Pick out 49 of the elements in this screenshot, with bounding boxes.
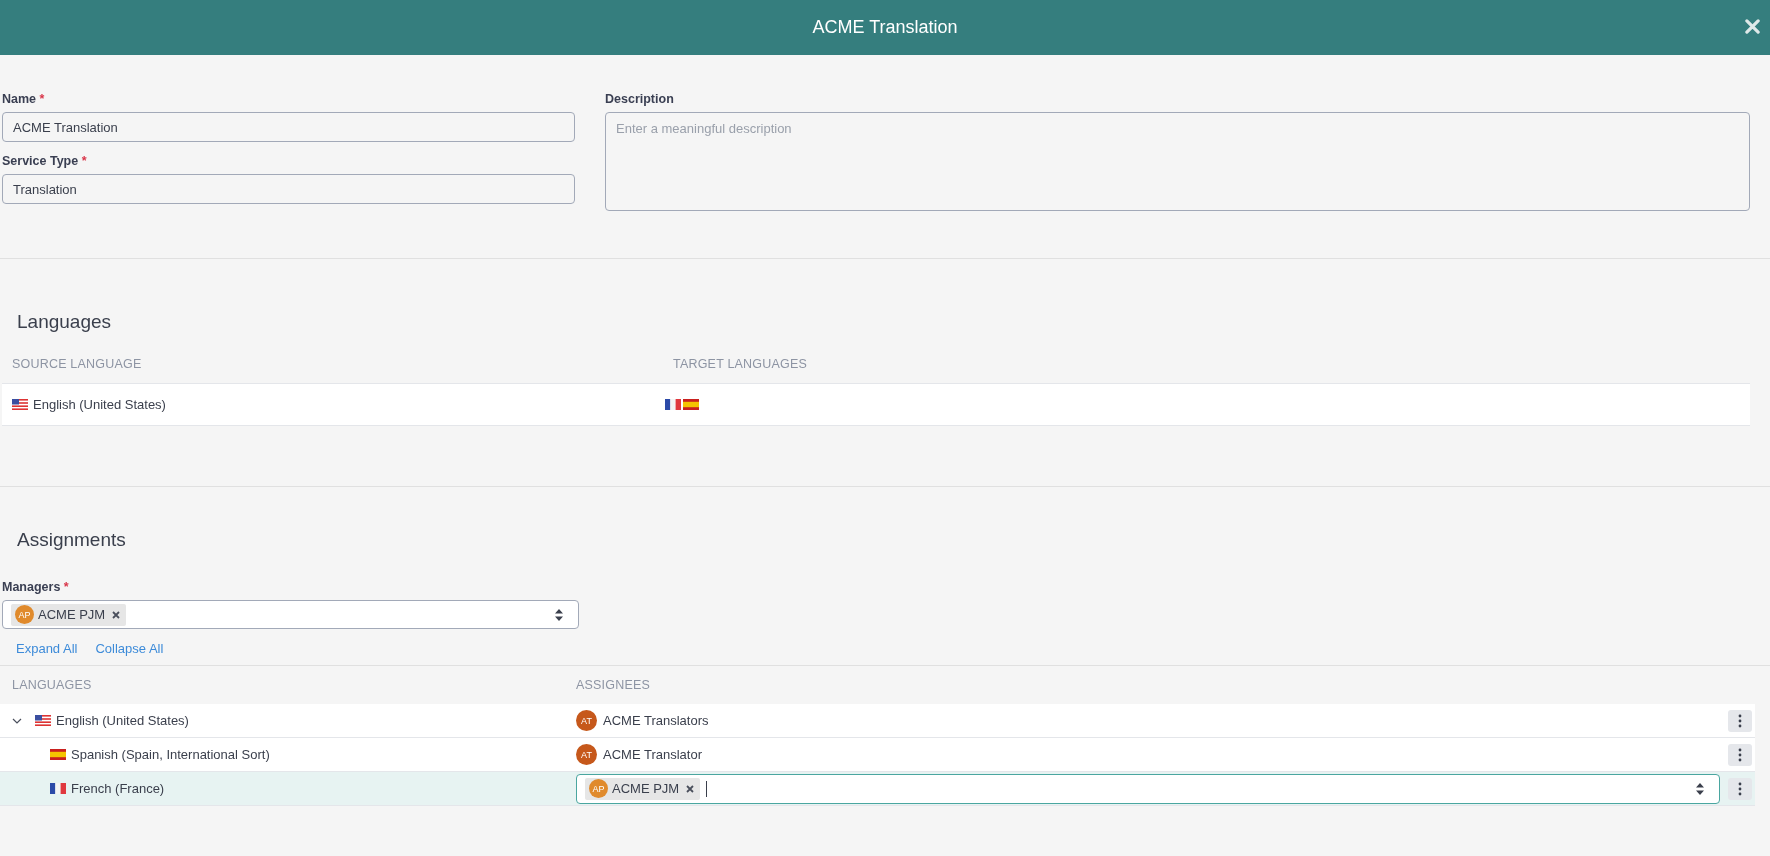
language-name: English (United States) bbox=[56, 713, 189, 728]
text-cursor bbox=[706, 780, 708, 797]
service-type-label: Service Type * bbox=[2, 154, 88, 168]
france-flag-icon bbox=[665, 399, 681, 410]
tree-row[interactable]: English (United States) AT ACME Translators bbox=[0, 704, 1755, 738]
name-input[interactable]: ACME Translation bbox=[2, 112, 575, 142]
spain-flag-icon bbox=[50, 749, 66, 760]
section-heading: Languages bbox=[16, 310, 113, 333]
more-vertical-icon bbox=[1738, 713, 1742, 728]
avatar-initials: AP bbox=[589, 779, 608, 798]
avatar-initials: AP bbox=[15, 605, 34, 624]
window-title: ACME Translation bbox=[812, 17, 958, 38]
remove-icon[interactable] bbox=[686, 784, 695, 793]
us-flag-icon bbox=[12, 399, 28, 410]
assignee-name: ACME Translators bbox=[603, 713, 709, 728]
column-header: SOURCE LANGUAGE bbox=[11, 357, 143, 371]
more-vertical-icon bbox=[1738, 781, 1742, 796]
language-name: English (United States) bbox=[33, 397, 166, 412]
column-header: ASSIGNEES bbox=[576, 678, 651, 692]
tag-label: ACME PJM bbox=[612, 781, 680, 796]
managers-select[interactable]: AP ACME PJM bbox=[2, 600, 579, 629]
language-name: Spanish (Spain, International Sort) bbox=[71, 747, 270, 762]
tree-row[interactable]: French (France) AP ACME PJM bbox=[0, 772, 1755, 806]
description-textarea[interactable]: Enter a meaningful description bbox=[605, 112, 1750, 211]
remove-icon[interactable] bbox=[112, 610, 121, 619]
assignee-select[interactable]: AP ACME PJM bbox=[576, 773, 1720, 804]
more-options-button[interactable] bbox=[1728, 709, 1752, 732]
column-header: LANGUAGES bbox=[11, 678, 93, 692]
spain-flag-icon bbox=[683, 399, 699, 410]
language-name: French (France) bbox=[71, 781, 165, 796]
france-flag-icon bbox=[50, 783, 66, 794]
name-label: Name * bbox=[2, 92, 46, 106]
description-label: Description bbox=[605, 92, 675, 106]
column-header: TARGET LANGUAGES bbox=[673, 357, 808, 371]
more-options-button[interactable] bbox=[1728, 743, 1752, 766]
avatar-initials: AT bbox=[576, 744, 597, 765]
more-options-button[interactable] bbox=[1728, 777, 1752, 800]
tag-label: ACME PJM bbox=[38, 607, 106, 622]
us-flag-icon bbox=[35, 715, 51, 726]
avatar-initials: AT bbox=[576, 710, 597, 731]
sort-arrows-icon bbox=[554, 607, 564, 622]
more-vertical-icon bbox=[1738, 747, 1742, 762]
close-icon[interactable] bbox=[1745, 19, 1760, 34]
service-type-input[interactable]: Translation bbox=[2, 174, 575, 204]
tree-row[interactable]: Spanish (Spain, International Sort) AT ACME Translator bbox=[0, 738, 1755, 772]
assignee-name: ACME Translator bbox=[603, 747, 702, 762]
section-heading: Assignments bbox=[16, 528, 127, 551]
managers-label: Managers * bbox=[1, 580, 70, 594]
sort-arrows-icon bbox=[1695, 781, 1705, 796]
